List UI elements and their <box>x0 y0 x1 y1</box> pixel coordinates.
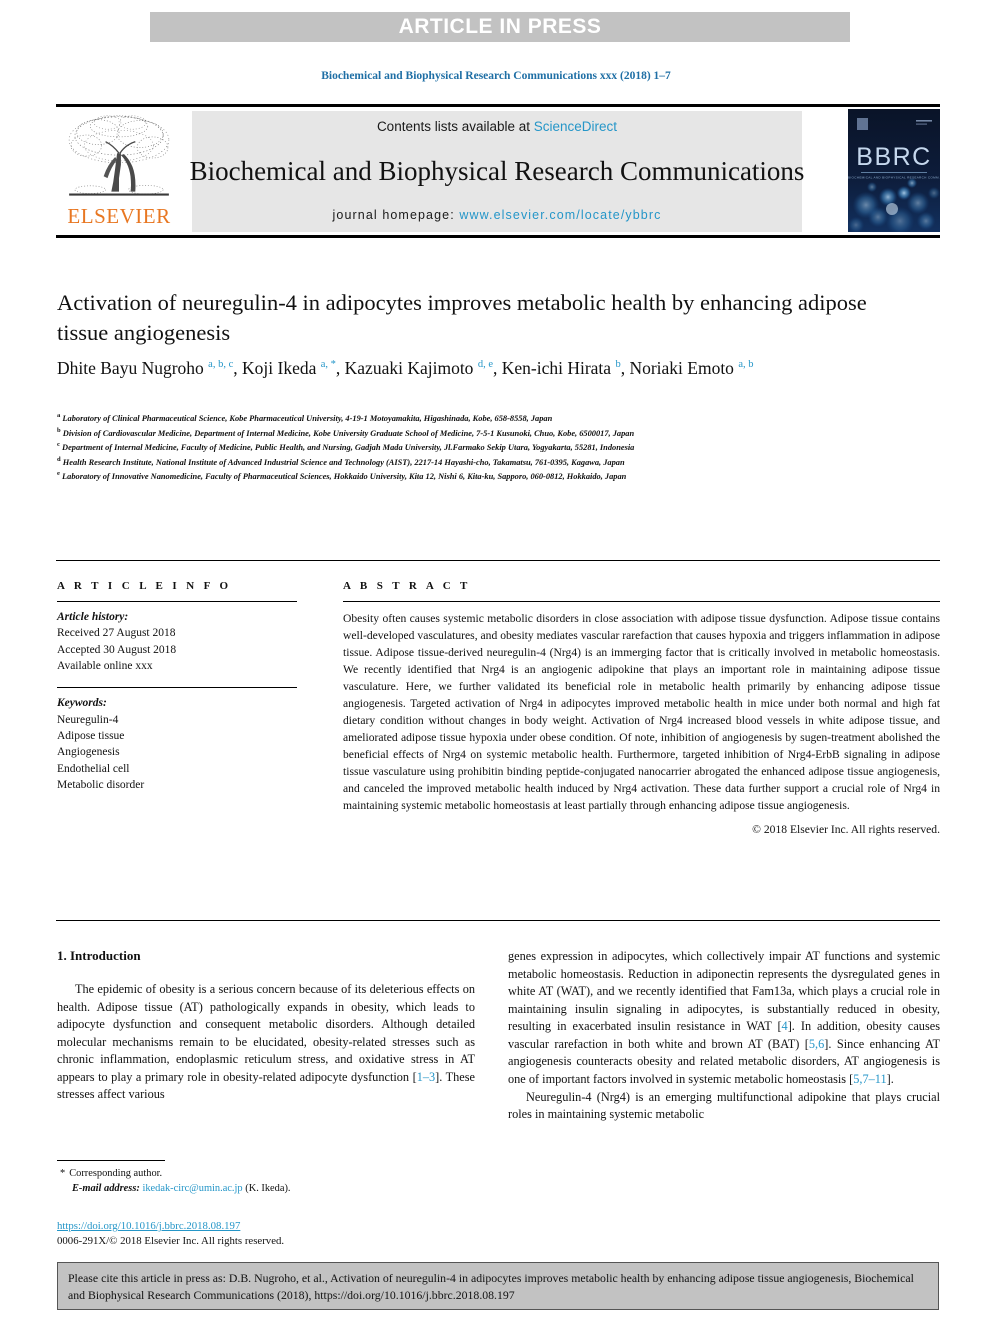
affiliation-text: Division of Cardiovascular Medicine, Dep… <box>62 428 635 438</box>
author-list-text: Dhite Bayu Nugroho a, b, c, Koji Ikeda a… <box>57 358 754 378</box>
introduction-paragraph-2: genes expression in adipocytes, which co… <box>508 948 940 1089</box>
article-history-accepted: Accepted 30 August 2018 <box>57 643 177 656</box>
journal-cover-image: BBRC BIOCHEMICAL AND BIOPHYSICAL RESEARC… <box>848 109 940 232</box>
svg-text:BBRC: BBRC <box>856 143 931 171</box>
article-history-label: Article history: <box>57 611 129 623</box>
introduction-heading: 1. Introduction <box>57 948 141 963</box>
affiliation-list: a Laboratory of Clinical Pharmaceutical … <box>57 411 937 484</box>
abstract-rule <box>343 601 940 602</box>
journal-masthead: ELSEVIER Contents lists available at Sci… <box>56 104 940 238</box>
elsevier-wordmark: ELSEVIER <box>67 204 171 228</box>
affiliation-item: c Department of Internal Medicine, Facul… <box>57 440 937 455</box>
corresponding-author-footnote: * Corresponding author. E-mail address: i… <box>60 1166 490 1196</box>
journal-title: Biochemical and Biophysical Research Com… <box>189 155 805 186</box>
affiliation-item: e Laboratory of Innovative Nanomedicine,… <box>57 469 937 484</box>
affiliation-item: b Division of Cardiovascular Medicine, D… <box>57 426 937 441</box>
elsevier-tree-icon <box>68 115 170 196</box>
contents-list-line: Contents lists available at ScienceDirec… <box>377 119 617 134</box>
affiliation-text: Health Research Institute, National Inst… <box>62 457 625 467</box>
abstract-heading: A B S T R A C T <box>343 580 471 592</box>
reference-link-5-6[interactable]: 5,6 <box>809 1037 824 1051</box>
abstract-body: Obesity often causes systemic metabolic … <box>343 612 940 813</box>
homepage-url-link[interactable]: www.elsevier.com/locate/ybbrc <box>459 208 661 222</box>
intro-p1-text-a: The epidemic of obesity is a serious con… <box>57 982 475 1084</box>
page-title: Activation of neuregulin-4 in adipocytes… <box>57 290 867 345</box>
article-in-press-label: ARTICLE IN PRESS <box>398 15 602 38</box>
affiliation-item: a Laboratory of Clinical Pharmaceutical … <box>57 411 937 426</box>
affiliation-text: Laboratory of Innovative Nanomedicine, F… <box>62 472 627 482</box>
corresponding-author-label: Corresponding author. <box>69 1168 163 1179</box>
divider-above-abstract <box>56 560 940 561</box>
article-in-press-banner: ARTICLE IN PRESS <box>150 12 850 42</box>
affiliation-marker: e <box>57 470 60 478</box>
reference-link-1-3[interactable]: 1–3 <box>417 1070 435 1084</box>
keyword-item: Endothelial cell <box>57 762 130 775</box>
divider-below-abstract <box>56 920 940 921</box>
reference-link-5-7-11[interactable]: 5,7–11 <box>853 1072 886 1086</box>
abstract-column: A B S T R A C T Obesity often causes sys… <box>343 580 940 836</box>
keyword-item: Angiogenesis <box>57 746 120 759</box>
affiliation-marker: b <box>57 426 61 434</box>
body-column-left: 1. Introduction The epidemic of obesity … <box>57 948 475 1104</box>
bbrc-cover-art-icon: BBRC BIOCHEMICAL AND BIOPHYSICAL RESEARC… <box>848 109 940 232</box>
keywords-block: Keywords: Neuregulin-4 Adipose tissue An… <box>57 695 297 793</box>
affiliation-marker: d <box>57 455 61 463</box>
article-history-online: Available online xxx <box>57 659 153 672</box>
elsevier-logo: ELSEVIER <box>56 111 182 233</box>
article-info-rule <box>57 601 297 602</box>
affiliation-marker: a <box>57 412 61 419</box>
email-link[interactable]: ikedak-circ@umin.ac.jp <box>142 1183 242 1194</box>
cite-this-article-text: Please cite this article in press as: D.… <box>68 1271 914 1302</box>
keyword-item: Adipose tissue <box>57 729 125 742</box>
sciencedirect-link[interactable]: ScienceDirect <box>534 119 617 134</box>
affiliation-marker: c <box>57 441 60 449</box>
article-info-heading: A R T I C L E I N F O <box>57 580 232 592</box>
doi-block: https://doi.org/10.1016/j.bbrc.2018.08.1… <box>57 1219 487 1250</box>
running-head: Biochemical and Biophysical Research Com… <box>321 70 671 82</box>
intro-p2-text-d: ]. <box>886 1072 894 1087</box>
introduction-paragraph-3: Neuregulin-4 (Nrg4) is an emerging multi… <box>508 1089 940 1122</box>
keyword-item: Metabolic disorder <box>57 778 145 791</box>
introduction-paragraph-1: The epidemic of obesity is a serious con… <box>57 981 475 1104</box>
email-owner: (K. Ikeda). <box>245 1183 291 1195</box>
affiliation-text: Department of Internal Medicine, Faculty… <box>62 442 635 452</box>
doi-link[interactable]: https://doi.org/10.1016/j.bbrc.2018.08.1… <box>57 1219 487 1234</box>
affiliation-item: d Health Research Institute, National In… <box>57 455 937 470</box>
svg-text:BIOCHEMICAL AND BIOPHYSICAL RE: BIOCHEMICAL AND BIOPHYSICAL RESEARCH COM… <box>848 176 940 180</box>
contents-list-prefix: Contents lists available at <box>376 119 534 134</box>
article-history-block: Article history: Received 27 August 2018… <box>57 609 297 674</box>
keyword-item: Neuregulin-4 <box>57 713 119 726</box>
abstract-copyright: © 2018 Elsevier Inc. All rights reserved… <box>752 823 940 837</box>
homepage-label: journal homepage: <box>332 208 460 222</box>
footnote-rule <box>57 1160 165 1161</box>
email-line: E-mail address: ikedak-circ@umin.ac.jp (… <box>60 1181 490 1196</box>
asterisk-icon: * <box>60 1168 66 1179</box>
article-info-column: A R T I C L E I N F O Article history: R… <box>57 580 297 793</box>
sciencedirect-band: Contents lists available at ScienceDirec… <box>189 111 805 232</box>
keywords-rule <box>57 687 297 689</box>
cite-this-article-box: Please cite this article in press as: D.… <box>57 1262 939 1310</box>
body-column-right: genes expression in adipocytes, which co… <box>508 948 940 1124</box>
journal-homepage-line: journal homepage: www.elsevier.com/locat… <box>333 208 662 222</box>
keywords-label: Keywords: <box>57 697 107 710</box>
corresponding-author-line: * Corresponding author. <box>60 1166 490 1181</box>
affiliation-text: Laboratory of Clinical Pharmaceutical Sc… <box>62 413 553 423</box>
email-label: E-mail address: <box>72 1183 140 1195</box>
article-history-received: Received 27 August 2018 <box>57 627 176 640</box>
issn-copyright-line: 0006-291X/© 2018 Elsevier Inc. All right… <box>57 1235 285 1248</box>
author-list: Dhite Bayu Nugroho a, b, c, Koji Ikeda a… <box>57 355 917 381</box>
